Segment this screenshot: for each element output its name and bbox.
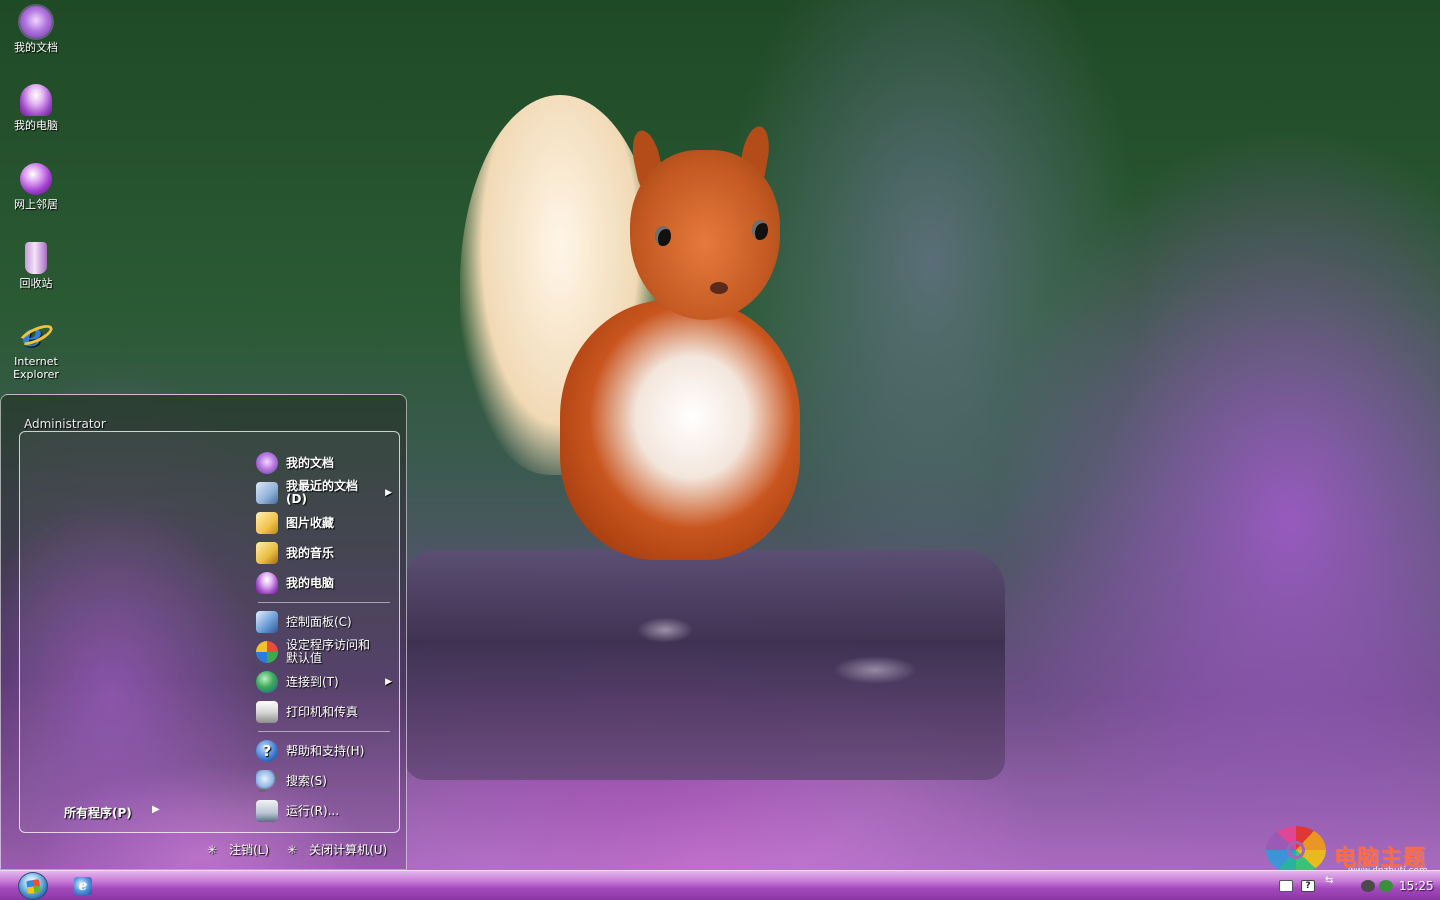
desktop-icon-label: Internet Explorer: [13, 355, 59, 381]
menu-item-help[interactable]: ? 帮助和支持(H): [252, 736, 398, 766]
internet-explorer-icon: e: [16, 316, 56, 354]
squirrel-nose: [710, 282, 728, 294]
desktop-icon-recycle-bin[interactable]: 回收站: [0, 242, 72, 290]
my-computer-icon: [20, 84, 52, 116]
menu-item-label: 设定程序访问和默认值: [286, 638, 371, 665]
menu-item-label: 连接到(T): [286, 674, 339, 689]
shutdown-button[interactable]: ✳ 关闭计算机(U): [287, 841, 387, 858]
menu-item-label: 我的电脑: [286, 575, 335, 590]
menu-item-label: 帮助和支持(H): [286, 743, 365, 758]
taskbar: e ? ⇆ 15:25: [0, 870, 1440, 900]
desktop-icon-internet-explorer[interactable]: e Internet Explorer: [0, 316, 72, 381]
run-icon: [256, 800, 278, 822]
volume-icon[interactable]: [1361, 880, 1375, 892]
squirrel-eye-right: [752, 220, 768, 240]
squirrel-body: [560, 300, 800, 560]
my-music-icon: [256, 542, 278, 564]
start-menu-places-pane: 我的文档 我最近的文档(D) ▶ 图片收藏 我的音乐 我的电脑 控制面板(C) …: [252, 448, 398, 826]
network-icon[interactable]: ⇆: [1325, 876, 1335, 893]
start-menu-footer: ✳ 注销(L) ✳ 关闭计算机(U): [1, 835, 406, 867]
menu-item-label: 我的文档: [286, 455, 335, 470]
menu-item-label: 图片收藏: [286, 515, 335, 530]
squirrel-eye-left: [655, 226, 671, 246]
desktop-icon-my-documents[interactable]: 我的文档: [0, 6, 72, 54]
menu-item-label: 我最近的文档(D): [286, 479, 359, 506]
menu-item-program-defaults[interactable]: 设定程序访问和默认值: [252, 637, 398, 667]
start-button[interactable]: [18, 872, 48, 900]
internet-explorer-icon: e: [78, 878, 88, 894]
start-menu: Administrator 所有程序(P) ▶ 我的文档 我最近的文档(D) ▶…: [0, 394, 407, 870]
windows-start-orb-icon: [26, 879, 41, 894]
search-icon: [256, 770, 278, 792]
submenu-arrow-icon: ▶: [385, 677, 392, 687]
all-programs-button[interactable]: 所有程序(P): [64, 804, 132, 821]
my-documents-icon: [256, 452, 278, 474]
quick-launch-ie-button[interactable]: e: [74, 877, 92, 895]
tree-log: [405, 550, 1005, 780]
shutdown-icon: ✳: [287, 842, 298, 857]
chevron-right-icon: ▶: [152, 804, 160, 815]
menu-separator: [258, 602, 390, 603]
menu-item-my-computer[interactable]: 我的电脑: [252, 568, 398, 598]
help-icon[interactable]: ?: [1301, 880, 1315, 892]
desktop-icon-label: 回收站: [19, 277, 53, 290]
help-icon: ?: [256, 740, 278, 762]
desktop-icon-label: 我的电脑: [14, 119, 58, 132]
logoff-icon: ✳: [207, 842, 218, 857]
menu-item-label: 我的音乐: [286, 545, 335, 560]
menu-item-run[interactable]: 运行(R)...: [252, 796, 398, 826]
submenu-arrow-icon: ▶: [385, 488, 392, 498]
menu-item-search[interactable]: 搜索(S): [252, 766, 398, 796]
security-icon[interactable]: [1379, 880, 1393, 892]
control-panel-icon: [256, 611, 278, 633]
logoff-label: 注销(L): [229, 843, 270, 857]
my-computer-icon: [256, 572, 278, 594]
start-menu-panel: 所有程序(P) ▶ 我的文档 我最近的文档(D) ▶ 图片收藏 我的音乐 我的电…: [19, 431, 400, 833]
taskbar-clock[interactable]: 15:25: [1399, 879, 1434, 893]
desktop-icon-my-computer[interactable]: 我的电脑: [0, 84, 72, 132]
start-menu-programs-pane: 所有程序(P) ▶: [20, 432, 250, 832]
recent-documents-icon: [256, 482, 278, 504]
network-places-icon: [20, 163, 52, 195]
start-menu-username: Administrator: [24, 417, 106, 431]
menu-item-label: 搜索(S): [286, 773, 327, 788]
menu-item-printers[interactable]: 打印机和传真: [252, 697, 398, 727]
desktop-icon-network-places[interactable]: 网上邻居: [0, 163, 72, 211]
menu-item-my-documents[interactable]: 我的文档: [252, 448, 398, 478]
program-defaults-icon: [256, 641, 278, 663]
keyboard-icon[interactable]: [1279, 880, 1293, 892]
menu-item-control-panel[interactable]: 控制面板(C): [252, 607, 398, 637]
menu-item-label: 控制面板(C): [286, 614, 352, 629]
menu-item-my-music[interactable]: 我的音乐: [252, 538, 398, 568]
my-pictures-icon: [256, 512, 278, 534]
menu-separator: [258, 731, 390, 732]
recycle-bin-icon: [25, 242, 47, 274]
my-documents-icon: [20, 6, 52, 38]
menu-item-label: 运行(R)...: [286, 803, 340, 818]
flower-logo-icon: [1266, 826, 1326, 874]
desktop-icon-label: 网上邻居: [14, 198, 58, 211]
connect-to-icon: [256, 671, 278, 693]
menu-item-recent-documents[interactable]: 我最近的文档(D) ▶: [252, 478, 398, 508]
menu-item-label: 打印机和传真: [286, 704, 359, 719]
shutdown-label: 关闭计算机(U): [309, 843, 388, 857]
menu-item-connect-to[interactable]: 连接到(T) ▶: [252, 667, 398, 697]
theme-watermark: 电脑主题 www.dnzhuti.com: [1264, 826, 1440, 876]
logoff-button[interactable]: ✳ 注销(L): [207, 841, 269, 858]
desktop-icon-label: 我的文档: [14, 41, 58, 54]
printers-icon: [256, 701, 278, 723]
menu-item-my-pictures[interactable]: 图片收藏: [252, 508, 398, 538]
